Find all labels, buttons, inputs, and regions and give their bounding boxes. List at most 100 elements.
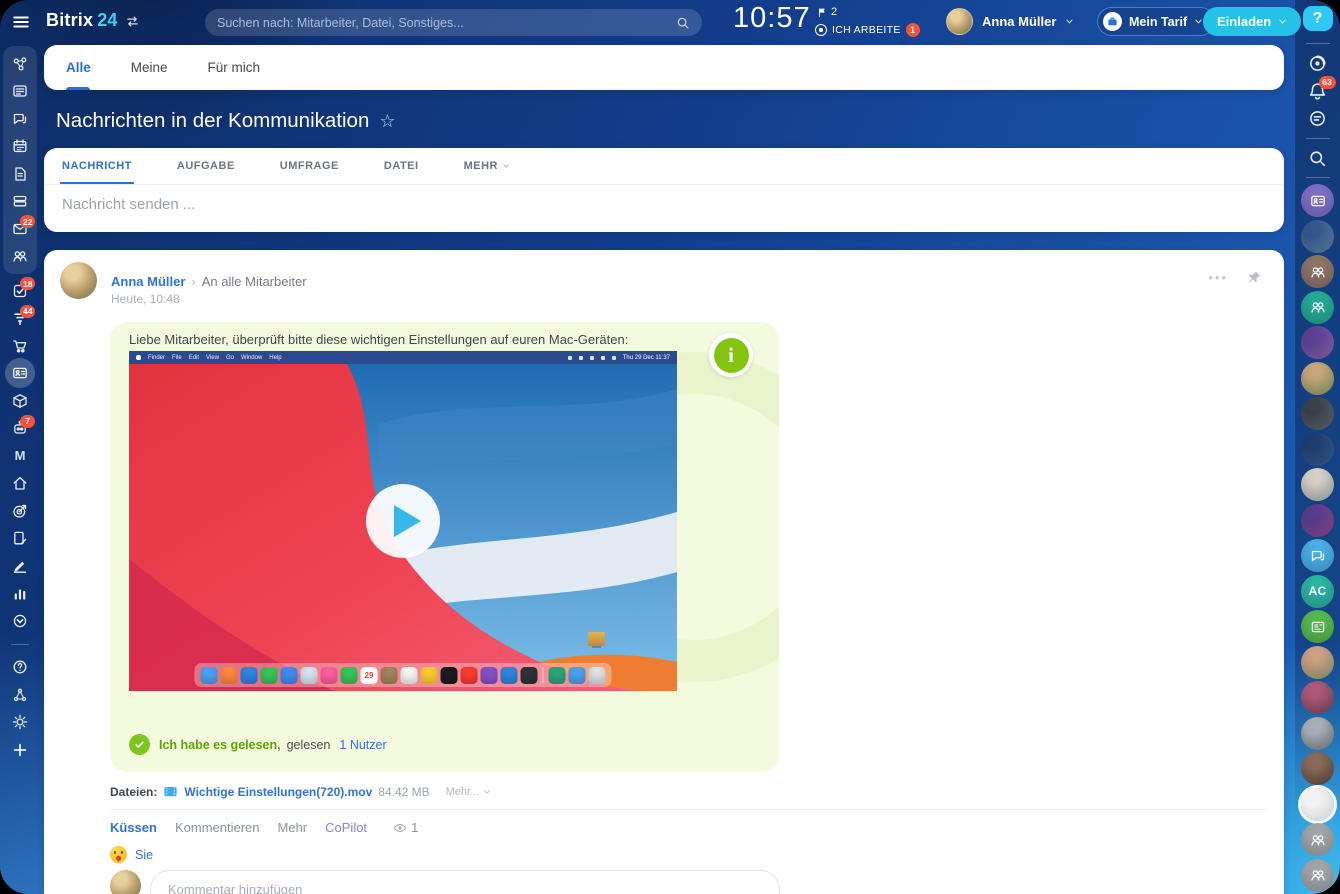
composer-tab-aufgabe[interactable]: AUFGABE	[177, 148, 235, 184]
user-menu[interactable]: Anna Müller	[946, 8, 1074, 35]
people-icon	[1310, 867, 1326, 883]
composer-tab-mehr[interactable]: MEHR	[464, 148, 510, 184]
sidebar-item-documents[interactable]	[3, 160, 37, 188]
clock[interactable]: 10:57	[733, 2, 811, 35]
avatar-recent-chat-15[interactable]	[1301, 717, 1334, 750]
post-author-avatar[interactable]	[60, 262, 97, 299]
check-icon[interactable]	[129, 734, 150, 755]
macos-menu-item: View	[206, 355, 219, 361]
avatar-recent-chat-12[interactable]	[1301, 610, 1334, 643]
composer-tab-datei[interactable]: DATEI	[384, 148, 419, 184]
plan-button[interactable]: Mein Tarif	[1097, 7, 1215, 36]
sidebar-item-settings[interactable]	[3, 709, 37, 737]
avatar-recent-chat-14[interactable]	[1301, 681, 1334, 714]
flag-counter[interactable]: 2	[817, 6, 837, 18]
copilot-button[interactable]: CoPilot	[325, 820, 367, 835]
post-audience-link[interactable]: An alle Mitarbeiter	[202, 274, 307, 289]
sidebar-item-sign-documents[interactable]	[3, 525, 37, 553]
reaction-who-link[interactable]: Sie	[135, 848, 153, 862]
invite-button[interactable]: Einladen	[1203, 7, 1301, 36]
avatar-recent-chat-11[interactable]: AC	[1301, 575, 1334, 608]
sidebar-item-messenger[interactable]	[3, 105, 37, 133]
sidebar-item-more[interactable]	[3, 736, 37, 764]
sidebar-item-support[interactable]	[3, 654, 37, 682]
crm-badge: 44	[20, 305, 35, 318]
view-count: 1	[411, 820, 418, 835]
kissing-heart-emoji[interactable]	[110, 846, 127, 863]
search-icon[interactable]	[676, 16, 690, 30]
comment-input[interactable]	[150, 870, 780, 894]
work-status[interactable]: ICH ARBEITE1	[815, 23, 920, 37]
video-player[interactable]: FinderFileEditViewGoWindowHelpThu 29 Dec…	[129, 351, 677, 691]
panel-search-panel[interactable]	[1301, 145, 1335, 173]
sidebar-item-time-management[interactable]	[3, 607, 37, 635]
sidebar-item-pulse[interactable]	[3, 50, 37, 78]
sidebar-item-e-signature[interactable]	[3, 552, 37, 580]
avatar-contact-center-chat[interactable]	[1301, 184, 1334, 217]
logo[interactable]: Bitrix24	[46, 10, 118, 31]
avatar-recent-chat-17[interactable]	[1301, 788, 1334, 821]
panel-copilot[interactable]	[1301, 50, 1335, 78]
search-input[interactable]	[217, 16, 676, 30]
files-label: Dateien:	[110, 785, 157, 799]
play-icon	[394, 505, 421, 537]
sidebar-item-analytics[interactable]	[3, 580, 37, 608]
search-bar[interactable]	[205, 9, 702, 36]
sidebar-item-news-feed[interactable]	[3, 78, 37, 106]
sidebar-item-calendar[interactable]	[3, 133, 37, 161]
read-count-link[interactable]: 1 Nutzer	[339, 738, 386, 752]
avatar-recent-chat-13[interactable]	[1301, 646, 1334, 679]
workspace-switch-icon[interactable]	[125, 14, 140, 29]
avatar-recent-chat-8[interactable]	[1301, 468, 1334, 501]
avatar-recent-chat-6[interactable]	[1301, 397, 1334, 430]
panel-messenger-panel[interactable]	[1301, 105, 1335, 133]
avatar-recent-chat-7[interactable]	[1301, 433, 1334, 466]
avatar-recent-chat-19[interactable]	[1301, 859, 1334, 892]
more-button[interactable]: Mehr	[278, 820, 308, 835]
file-link[interactable]: Wichtige Einstellungen(720).mov	[184, 785, 372, 799]
sidebar-item-tasks[interactable]: 18	[3, 277, 37, 305]
post-menu-icon[interactable]: •••	[1208, 270, 1228, 285]
avatar-recent-chat-2[interactable]	[1301, 255, 1334, 288]
avatar-recent-chat-1[interactable]	[1301, 220, 1334, 253]
pin-icon[interactable]	[1247, 270, 1262, 285]
sidebar-item-drive[interactable]	[3, 188, 37, 216]
menu-icon[interactable]	[11, 13, 31, 31]
post-author-link[interactable]: Anna Müller	[111, 274, 185, 289]
people-icon	[1310, 832, 1326, 848]
feed-tab-meine[interactable]: Meine	[131, 45, 168, 90]
avatar-recent-chat-18[interactable]	[1301, 823, 1334, 856]
sidebar-item-market[interactable]	[3, 332, 37, 360]
sidebar-item-automation[interactable]: 7	[3, 415, 37, 443]
sidebar-item-contact-center[interactable]	[3, 360, 37, 388]
message-input[interactable]: Nachricht senden ...	[62, 196, 1266, 213]
read-confirm-button[interactable]: Ich habe es gelesen,	[159, 738, 281, 752]
files-row: Dateien: Wichtige Einstellungen(720).mov…	[110, 784, 491, 799]
avatar-recent-chat-9[interactable]	[1301, 504, 1334, 537]
sidebar-item-mail[interactable]: 22	[3, 215, 37, 243]
feed-tab-alle[interactable]: Alle	[66, 45, 91, 90]
avatar-recent-chat-10[interactable]	[1301, 539, 1334, 572]
sidebar-item-inventory[interactable]	[3, 387, 37, 415]
pulse-icon	[12, 56, 28, 72]
favorite-star-icon[interactable]: ☆	[379, 111, 395, 132]
sidebar-item-workgroups[interactable]	[3, 243, 37, 271]
composer-tab-umfrage[interactable]: UMFRAGE	[280, 148, 339, 184]
sidebar-item-company[interactable]	[3, 470, 37, 498]
sidebar-item-structure[interactable]	[3, 681, 37, 709]
file-more-menu[interactable]: Mehr...	[446, 786, 492, 798]
documents-icon	[12, 166, 28, 182]
comment-button[interactable]: Kommentieren	[175, 820, 260, 835]
avatar-recent-chat-4[interactable]	[1301, 326, 1334, 359]
feed-tab-für-mich[interactable]: Für mich	[208, 45, 261, 90]
play-button[interactable]	[366, 484, 440, 558]
react-button[interactable]: Küssen	[110, 820, 157, 835]
sidebar-item-marketing[interactable]: M	[3, 442, 37, 470]
avatar-recent-chat-3[interactable]	[1301, 291, 1334, 324]
panel-notifications[interactable]: 63	[1301, 78, 1335, 106]
avatar-recent-chat-16[interactable]	[1301, 752, 1334, 785]
sidebar-item-okr[interactable]	[3, 497, 37, 525]
sidebar-item-crm[interactable]: 44	[3, 305, 37, 333]
composer-tab-nachricht[interactable]: NACHRICHT	[62, 148, 132, 184]
avatar-recent-chat-5[interactable]	[1301, 362, 1334, 395]
